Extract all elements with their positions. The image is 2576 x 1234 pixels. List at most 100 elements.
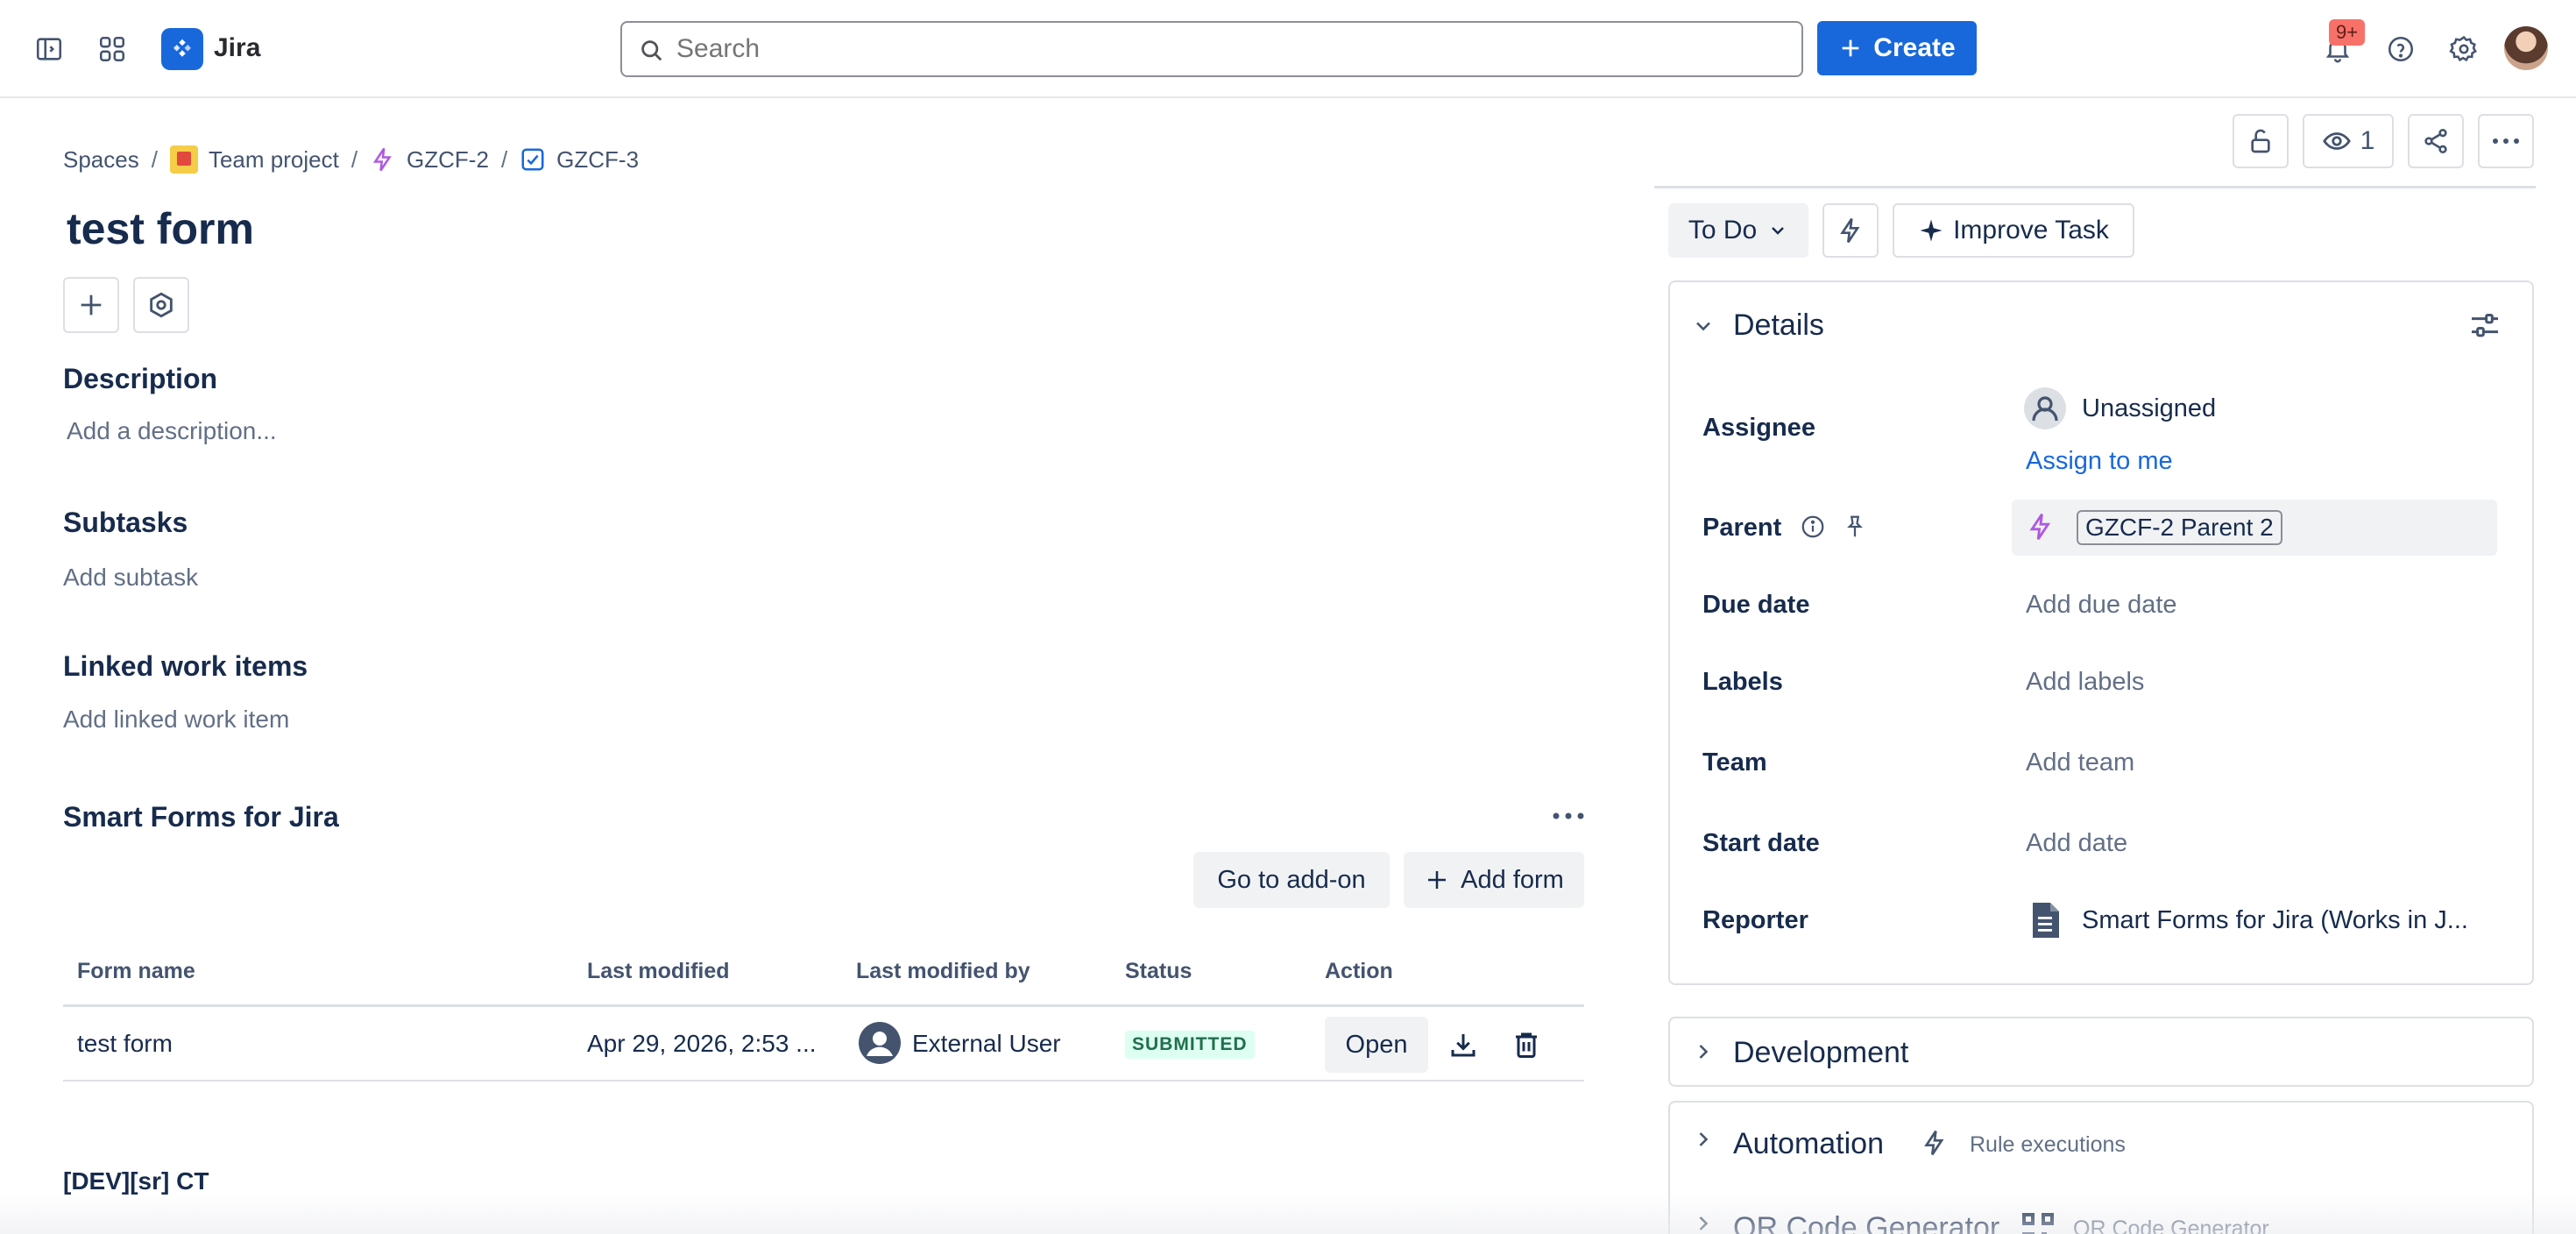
assignee-value[interactable]: Unassigned <box>2082 394 2216 423</box>
lightning-icon <box>1840 217 1860 244</box>
description-field[interactable]: Add a description... <box>67 417 277 445</box>
chevron-right-icon <box>1691 1039 1716 1064</box>
start-date-value[interactable]: Add date <box>2026 829 2127 858</box>
labels-label: Labels <box>1702 668 1783 696</box>
details-heading[interactable]: Details <box>1733 308 1824 343</box>
improve-task-button[interactable]: Improve Task <box>1893 203 2134 258</box>
status-badge: SUBMITTED <box>1125 1031 1255 1059</box>
search-icon <box>638 37 664 63</box>
panel-divider <box>1654 186 2536 188</box>
top-navigation: Jira Create 9+ <box>0 0 2576 98</box>
form-name-cell[interactable]: test form <box>77 1030 173 1058</box>
breadcrumb-spaces[interactable]: Spaces <box>63 146 139 174</box>
task-checkbox-icon <box>521 148 544 171</box>
linked-items-heading: Linked work items <box>63 650 308 682</box>
pin-icon[interactable] <box>1842 514 1868 540</box>
qr-code-heading[interactable]: QR Code Generator <box>1733 1211 1999 1234</box>
breadcrumb-separator: / <box>500 145 508 173</box>
brand-name[interactable]: Jira <box>214 33 260 63</box>
help-icon[interactable] <box>2380 28 2422 70</box>
delete-trash-icon[interactable] <box>1511 1029 1542 1060</box>
go-to-addon-button[interactable]: Go to add-on <box>1193 852 1390 908</box>
table-row-divider <box>63 1080 1584 1082</box>
add-linked-item-link[interactable]: Add linked work item <box>63 706 289 734</box>
last-modified-cell: Apr 29, 2026, 2:53 ... <box>587 1030 817 1057</box>
breadcrumb-team-project[interactable]: Team project <box>169 145 339 174</box>
due-date-value[interactable]: Add due date <box>2026 591 2177 620</box>
assign-to-me-link[interactable]: Assign to me <box>2026 447 2173 476</box>
team-value[interactable]: Add team <box>2026 748 2134 777</box>
watchers-count: 1 <box>2360 126 2375 155</box>
user-avatar-icon <box>859 1022 901 1064</box>
qr-code-sub-label: QR Code Generator <box>2073 1216 2269 1234</box>
create-button[interactable]: Create <box>1817 21 1977 75</box>
jira-logo-icon[interactable] <box>161 28 203 70</box>
create-label: Create <box>1873 33 1956 62</box>
development-panel[interactable]: Development <box>1668 1017 2534 1087</box>
parent-field[interactable]: GZCF-2 Parent 2 <box>2012 500 2497 556</box>
unlock-icon <box>2251 129 2270 153</box>
improve-task-label: Improve Task <box>1953 216 2109 245</box>
reporter-label: Reporter <box>1702 906 1808 934</box>
configure-fields-icon[interactable] <box>2467 308 2502 344</box>
add-form-button[interactable]: Add form <box>1404 852 1584 908</box>
restrictions-button[interactable] <box>2233 114 2289 168</box>
assignee-label: Assignee <box>1702 414 1815 442</box>
status-label: To Do <box>1688 216 1758 245</box>
team-label: Team <box>1702 748 1767 777</box>
due-date-label: Due date <box>1702 591 1810 619</box>
column-header-last-modified: Last modified <box>587 959 730 983</box>
column-header-status: Status <box>1125 959 1192 983</box>
sidebar-toggle-icon[interactable] <box>28 28 70 70</box>
subtasks-heading: Subtasks <box>63 507 188 538</box>
issue-title[interactable]: test form <box>67 203 254 254</box>
status-dropdown[interactable]: To Do <box>1668 203 1808 258</box>
user-avatar[interactable] <box>2504 26 2548 70</box>
app-switcher-icon[interactable] <box>91 28 133 70</box>
share-button[interactable] <box>2408 114 2464 168</box>
apps-button[interactable] <box>133 277 189 333</box>
eye-icon <box>2322 132 2351 150</box>
watchers-button[interactable]: 1 <box>2303 114 2394 168</box>
chevron-down-icon <box>1772 227 1785 235</box>
epic-lightning-icon <box>372 147 392 172</box>
automation-panel[interactable]: Automation Rule executions QR Code Gener… <box>1668 1101 2534 1234</box>
epic-lightning-icon <box>2026 512 2056 542</box>
breadcrumb-current-issue[interactable]: GZCF-3 <box>520 146 639 174</box>
search-input[interactable] <box>676 32 1780 67</box>
search-box[interactable] <box>620 21 1803 77</box>
breadcrumb-separator: / <box>151 145 158 173</box>
download-icon[interactable] <box>1447 1029 1479 1060</box>
column-header-last-modified-by: Last modified by <box>856 959 1030 983</box>
settings-gear-icon[interactable] <box>2443 28 2485 70</box>
notification-badge: 9+ <box>2329 19 2366 46</box>
actions-lightning-button[interactable] <box>1822 203 1879 258</box>
breadcrumb-parent-issue[interactable]: GZCF-2 <box>370 146 489 174</box>
plus-icon <box>1842 39 1859 57</box>
add-button[interactable] <box>63 277 119 333</box>
hexagon-settings-icon <box>150 292 173 318</box>
info-icon[interactable] <box>1800 514 1826 540</box>
more-horizontal-icon <box>2493 138 2519 144</box>
reporter-value[interactable]: Smart Forms for Jira (Works in J... <box>2082 906 2468 935</box>
more-actions-icon[interactable] <box>1549 803 1588 829</box>
breadcrumb-label: GZCF-2 <box>407 145 489 173</box>
breadcrumb-separator: / <box>350 145 358 173</box>
smart-forms-heading: Smart Forms for Jira <box>63 801 339 833</box>
rule-executions-label: Rule executions <box>1970 1132 2126 1157</box>
plus-icon <box>81 294 102 316</box>
add-subtask-link[interactable]: Add subtask <box>63 564 198 592</box>
parent-label: Parent <box>1702 514 1782 542</box>
sparkle-ai-icon <box>1920 219 1943 242</box>
details-panel: Details <box>1668 280 2534 985</box>
plus-icon <box>1428 871 1447 889</box>
automation-heading: Automation <box>1733 1127 1884 1160</box>
open-form-button[interactable]: Open <box>1325 1017 1428 1073</box>
unassigned-avatar-icon <box>2024 387 2066 429</box>
labels-value[interactable]: Add labels <box>2026 668 2144 697</box>
parent-issue-link[interactable]: GZCF-2 Parent 2 <box>2077 510 2282 545</box>
chevron-right-icon <box>1691 1211 1716 1234</box>
more-options-button[interactable] <box>2478 114 2534 168</box>
chevron-down-icon[interactable] <box>1691 314 1716 338</box>
description-heading: Description <box>63 363 218 394</box>
